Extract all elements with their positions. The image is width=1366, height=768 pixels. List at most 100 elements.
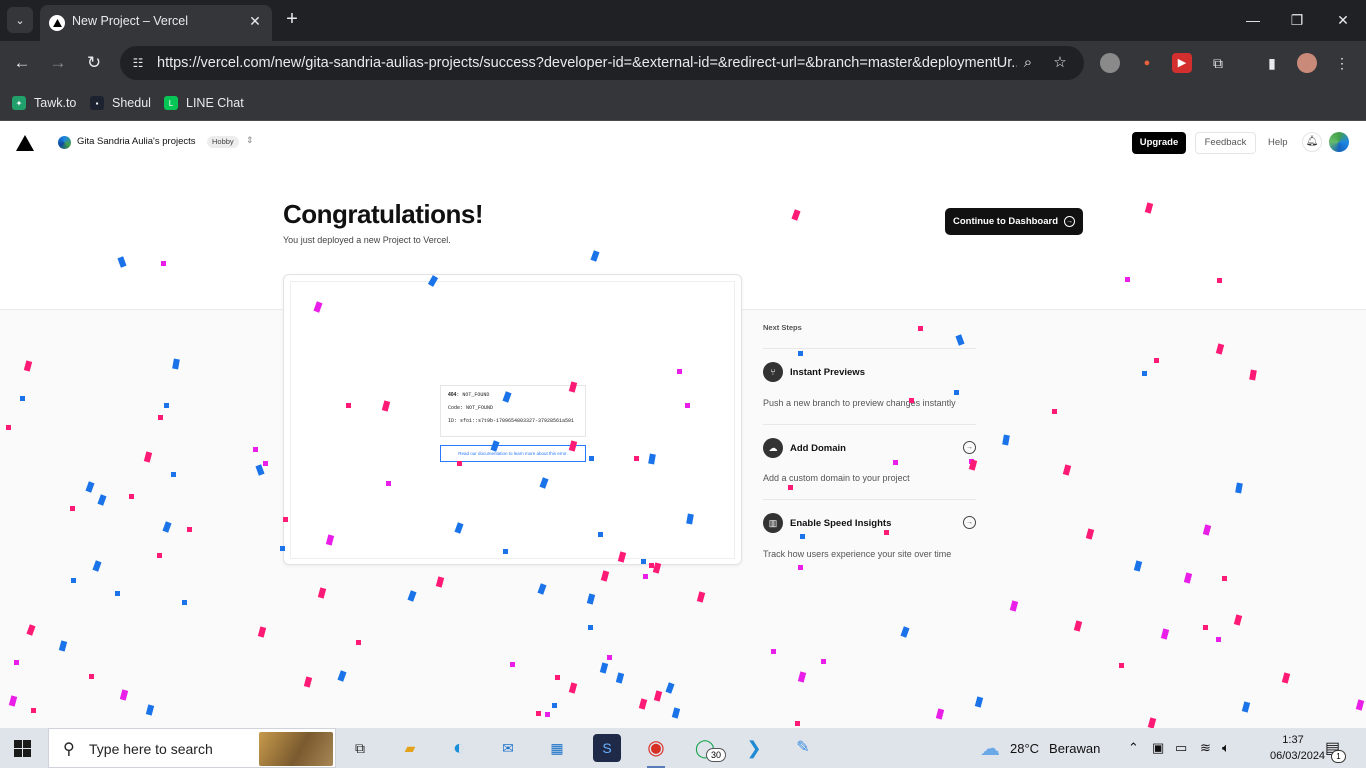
taskbar-search-box[interactable]: ⚲ Type here to search: [48, 728, 336, 768]
forward-icon[interactable]: →: [46, 51, 70, 75]
team-avatar[interactable]: [58, 136, 71, 149]
continue-to-dashboard-button[interactable]: Continue to Dashboard →: [945, 208, 1083, 235]
new-tab-button[interactable]: +: [283, 9, 301, 29]
step-speed-insights[interactable]: ▥ Enable Speed Insights → Track how user…: [763, 499, 976, 575]
confetti-piece: [119, 689, 129, 701]
step-instant-previews[interactable]: ⑂ Instant Previews Push a new branch to …: [763, 348, 976, 424]
bookmark-star-icon[interactable]: ☆: [1050, 53, 1070, 73]
confetti-piece: [1142, 371, 1147, 376]
profile-avatar[interactable]: [1297, 53, 1317, 73]
confetti-piece: [115, 591, 120, 596]
feedback-button[interactable]: Feedback: [1195, 132, 1256, 154]
confetti-piece: [14, 660, 19, 665]
arrow-right-circle-icon[interactable]: →: [963, 441, 976, 454]
confetti-piece: [955, 334, 965, 346]
extension-flame-icon[interactable]: ●: [1137, 53, 1157, 73]
paint-icon[interactable]: ✎: [789, 734, 817, 762]
bookmark-line-chat[interactable]: L LINE Chat: [164, 93, 244, 113]
extension-icon[interactable]: [1100, 53, 1120, 73]
side-panel-icon[interactable]: ▮: [1262, 53, 1282, 73]
zoom-icon[interactable]: ⌕: [1018, 53, 1038, 73]
confetti-piece: [588, 625, 593, 630]
confetti-piece: [1235, 482, 1243, 494]
browser-tab-bar: ⌄ New Project – Vercel ✕ + — ❐ ✕: [0, 0, 1366, 41]
window-close-icon[interactable]: ✕: [1328, 8, 1358, 32]
documentation-link: Read our documentation to learn more abo…: [440, 445, 586, 462]
menu-icon[interactable]: ⋮: [1332, 53, 1352, 73]
confetti-piece: [1215, 343, 1225, 355]
bookmark-shedul[interactable]: ▪ Shedul: [90, 93, 151, 113]
sublime-app-icon[interactable]: S: [593, 734, 621, 762]
bar-chart-icon: ▥: [763, 513, 783, 533]
tab-search-button[interactable]: ⌄: [7, 7, 33, 33]
step-add-domain[interactable]: ☁ Add Domain → Add a custom domain to yo…: [763, 424, 976, 499]
windows-start-icon[interactable]: [14, 740, 31, 757]
deployment-screenshot: 404: NOT_FOUND Code: NOT_FOUND ID: sfo1:…: [290, 281, 735, 559]
confetti-piece: [568, 682, 578, 694]
help-link[interactable]: Help: [1268, 137, 1288, 148]
task-view-icon[interactable]: ⧉: [346, 734, 374, 762]
user-avatar[interactable]: [1329, 132, 1349, 152]
confetti-piece: [162, 521, 172, 533]
address-bar[interactable]: ☷ https://vercel.com/new/gita-sandria-au…: [120, 46, 1084, 80]
confetti-piece: [599, 662, 609, 674]
vercel-page: Gita Sandria Aulia's projects Hobby ⇕ Up…: [0, 121, 1366, 728]
upgrade-button[interactable]: Upgrade: [1132, 132, 1186, 154]
volume-icon[interactable]: 🔈︎: [1222, 728, 1230, 768]
minimize-icon[interactable]: —: [1238, 8, 1268, 32]
confetti-piece: [85, 481, 95, 493]
search-placeholder: Type here to search: [89, 741, 213, 757]
restore-icon[interactable]: ❐: [1282, 8, 1312, 32]
browser-toolbar: ← → ↻ ☷ https://vercel.com/new/gita-sand…: [0, 41, 1366, 85]
confetti-piece: [795, 721, 800, 726]
bell-icon[interactable]: 🔔︎: [1302, 132, 1322, 152]
close-icon[interactable]: ✕: [246, 12, 264, 30]
confetti-piece: [20, 396, 25, 401]
confetti-piece: [97, 494, 107, 506]
confetti-piece: [1009, 600, 1019, 612]
extensions-puzzle-icon[interactable]: ⧉: [1208, 53, 1228, 73]
weather-widget[interactable]: ☁ 28°C Berawan: [980, 728, 1100, 768]
arrow-right-circle-icon[interactable]: →: [963, 516, 976, 529]
confetti-piece: [435, 576, 445, 588]
wifi-icon[interactable]: ≋: [1200, 728, 1211, 768]
tab-title: New Project – Vercel: [72, 14, 189, 28]
confetti-piece: [555, 675, 560, 680]
mail-icon[interactable]: ✉: [494, 734, 522, 762]
confetti-piece: [643, 574, 648, 579]
confetti-piece: [143, 451, 153, 463]
browser-tab[interactable]: New Project – Vercel ✕: [40, 5, 272, 41]
taskbar-clock[interactable]: 1:37 06/03/2024: [1270, 732, 1325, 764]
back-icon[interactable]: ←: [10, 51, 34, 75]
file-explorer-icon[interactable]: ▰: [396, 734, 424, 762]
bookmark-label: Shedul: [112, 96, 151, 110]
site-info-icon[interactable]: ☷: [128, 53, 148, 73]
reload-icon[interactable]: ↻: [82, 51, 106, 75]
edge-icon[interactable]: ◐: [445, 734, 473, 762]
confetti-piece: [171, 472, 176, 477]
extension-red-icon[interactable]: ▶: [1172, 53, 1192, 73]
deployment-preview-card[interactable]: 404: NOT_FOUND Code: NOT_FOUND ID: sfo1:…: [283, 274, 742, 565]
chevron-updown-icon[interactable]: ⇕: [246, 135, 254, 146]
confetti-piece: [263, 461, 268, 466]
confetti-piece: [653, 690, 663, 702]
bookmark-tawk[interactable]: ✦ Tawk.to: [12, 93, 76, 113]
confetti-piece: [821, 659, 826, 664]
code-line: Code: NOT_FOUND: [448, 405, 494, 411]
chrome-icon[interactable]: ◉: [642, 734, 670, 762]
search-highlight-image: [259, 732, 333, 766]
tray-chevron-icon[interactable]: ⌃: [1128, 728, 1139, 768]
clock-time: 1:37: [1282, 734, 1304, 746]
error-line: 404: NOT_FOUND: [448, 392, 490, 398]
meet-now-icon[interactable]: ▣: [1152, 728, 1164, 768]
confetti-piece: [31, 708, 36, 713]
url-text[interactable]: https://vercel.com/new/gita-sandria-auli…: [157, 55, 1017, 71]
vscode-icon[interactable]: ❯: [740, 734, 768, 762]
battery-icon[interactable]: ▭: [1175, 728, 1187, 768]
tawk-icon: ✦: [12, 96, 26, 110]
confetti-piece: [23, 360, 33, 372]
team-name[interactable]: Gita Sandria Aulia's projects: [77, 136, 196, 147]
store-icon[interactable]: ▦: [543, 734, 571, 762]
vercel-logo-icon[interactable]: [16, 135, 34, 151]
confetti-piece: [158, 415, 163, 420]
